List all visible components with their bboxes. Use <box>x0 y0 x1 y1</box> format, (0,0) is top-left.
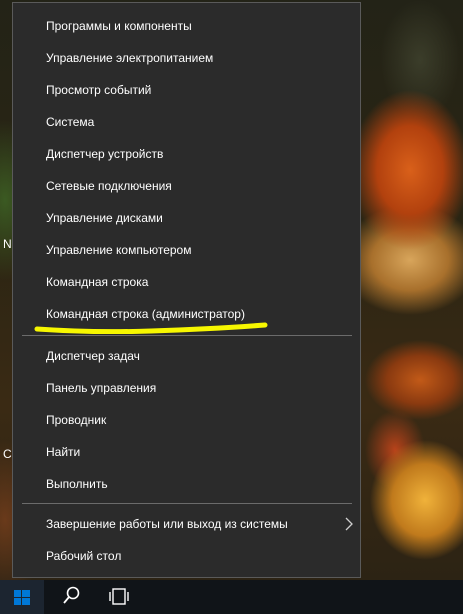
menu-item-control-panel[interactable]: Панель управления <box>13 372 360 404</box>
menu-item-desktop[interactable]: Рабочий стол <box>13 540 360 572</box>
desktop-icon-label-fragment: C <box>3 447 12 461</box>
windows-logo-icon <box>14 590 30 605</box>
menu-item-run[interactable]: Выполнить <box>13 468 360 500</box>
chevron-right-icon <box>345 517 353 531</box>
search-icon <box>63 586 80 604</box>
search-button[interactable] <box>48 580 92 614</box>
task-view-button[interactable] <box>97 580 141 614</box>
menu-item-event-viewer[interactable]: Просмотр событий <box>13 74 360 106</box>
menu-item-command-prompt-admin[interactable]: Командная строка (администратор) <box>13 298 360 330</box>
desktop-icon-label-fragment: N <box>3 237 12 251</box>
menu-item-network-connections[interactable]: Сетевые подключения <box>13 170 360 202</box>
menu-item-label: Завершение работы или выход из системы <box>46 517 288 531</box>
winx-context-menu: Программы и компоненты Управление электр… <box>12 2 361 578</box>
menu-item-device-manager[interactable]: Диспетчер устройств <box>13 138 360 170</box>
menu-separator <box>22 335 352 336</box>
menu-item-shutdown-signout[interactable]: Завершение работы или выход из системы <box>13 508 360 540</box>
menu-item-disk-management[interactable]: Управление дисками <box>13 202 360 234</box>
menu-item-command-prompt[interactable]: Командная строка <box>13 266 360 298</box>
task-view-icon <box>109 588 129 605</box>
menu-item-programs-features[interactable]: Программы и компоненты <box>13 10 360 42</box>
menu-separator <box>22 503 352 504</box>
menu-item-system[interactable]: Система <box>13 106 360 138</box>
menu-item-search[interactable]: Найти <box>13 436 360 468</box>
taskbar <box>0 580 463 614</box>
menu-item-task-manager[interactable]: Диспетчер задач <box>13 340 360 372</box>
start-button[interactable] <box>0 580 44 614</box>
menu-item-file-explorer[interactable]: Проводник <box>13 404 360 436</box>
menu-item-power-options[interactable]: Управление электропитанием <box>13 42 360 74</box>
menu-item-computer-management[interactable]: Управление компьютером <box>13 234 360 266</box>
